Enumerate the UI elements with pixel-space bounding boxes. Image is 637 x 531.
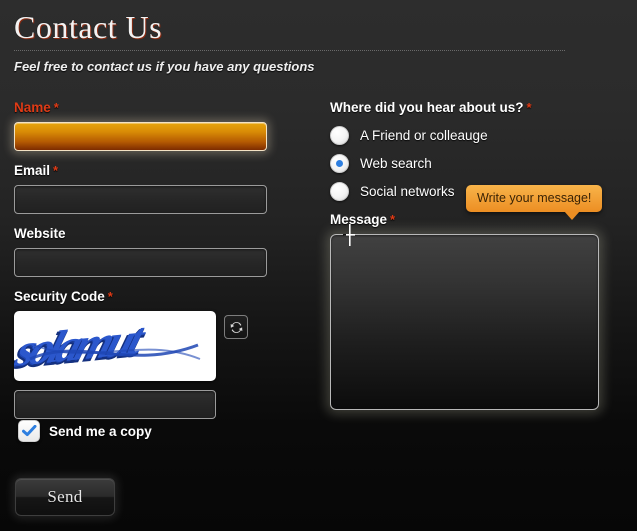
message-field-group: Message * Write your message! xyxy=(330,185,625,410)
radio-web-search-label: Web search xyxy=(360,155,432,171)
website-label-text: Website xyxy=(14,226,66,241)
message-label-text: Message xyxy=(330,212,388,227)
message-tooltip: Write your message! xyxy=(466,185,603,220)
message-label: Message * xyxy=(330,212,625,228)
page-header: Contact Us Feel free to contact us if yo… xyxy=(14,8,566,74)
radio-web-search-icon[interactable] xyxy=(330,153,349,173)
captcha-image: solamut solamut xyxy=(14,311,216,381)
name-label: Name * xyxy=(14,100,314,116)
name-required-asterisk: * xyxy=(53,100,59,115)
title-divider xyxy=(14,50,565,51)
send-button[interactable]: Send xyxy=(15,478,115,516)
email-required-asterisk: * xyxy=(53,163,59,178)
page-title: Contact Us xyxy=(14,9,163,45)
survey-label-text: Where did you hear about us? xyxy=(330,100,524,115)
security-code-label: Security Code * xyxy=(14,289,314,305)
captcha-input-wrap xyxy=(14,390,314,419)
form-right-column: Where did you hear about us? * A Friend o… xyxy=(330,100,625,410)
radio-web-search-dot xyxy=(336,159,343,167)
refresh-icon xyxy=(229,320,244,335)
page-subtitle: Feel free to contact us if you have any … xyxy=(14,59,315,74)
message-required-asterisk: * xyxy=(390,212,396,227)
captcha-row: solamut solamut xyxy=(14,311,314,381)
email-label-text: Email xyxy=(14,163,51,178)
radio-social-networks-icon[interactable] xyxy=(330,181,349,201)
website-field-group: Website xyxy=(14,226,314,277)
security-code-required-asterisk: * xyxy=(107,289,113,304)
send-copy-checkbox[interactable] xyxy=(18,420,40,442)
email-label: Email * xyxy=(14,163,314,179)
email-field-group: Email * xyxy=(14,163,314,214)
check-icon xyxy=(21,425,37,437)
security-code-field-group: Security Code * solamut solamut xyxy=(14,289,314,419)
security-code-input[interactable] xyxy=(14,390,216,419)
survey-required-asterisk: * xyxy=(526,100,532,115)
send-copy-row[interactable]: Send me a copy xyxy=(18,420,152,442)
send-copy-label: Send me a copy xyxy=(49,423,152,439)
website-label: Website xyxy=(14,226,314,242)
website-input[interactable] xyxy=(14,248,267,277)
form-left-column: Name * Email * Website Security Code * s… xyxy=(14,100,314,431)
radio-option-friend[interactable]: A Friend or colleauge xyxy=(330,122,625,148)
contact-form-page: Contact Us Feel free to contact us if yo… xyxy=(0,0,637,531)
name-label-text: Name xyxy=(14,100,51,115)
name-input[interactable] xyxy=(14,122,267,151)
refresh-captcha-button[interactable] xyxy=(224,315,248,339)
security-code-label-text: Security Code xyxy=(14,289,105,304)
radio-friend-label: A Friend or colleauge xyxy=(360,127,488,143)
radio-social-networks-label: Social networks xyxy=(360,183,455,199)
email-input[interactable] xyxy=(14,185,267,214)
radio-option-web-search[interactable]: Web search xyxy=(330,150,625,176)
survey-label: Where did you hear about us? * xyxy=(330,100,625,116)
message-textarea[interactable] xyxy=(330,234,599,410)
name-field-group: Name * xyxy=(14,100,314,151)
radio-friend-icon[interactable] xyxy=(330,125,349,145)
